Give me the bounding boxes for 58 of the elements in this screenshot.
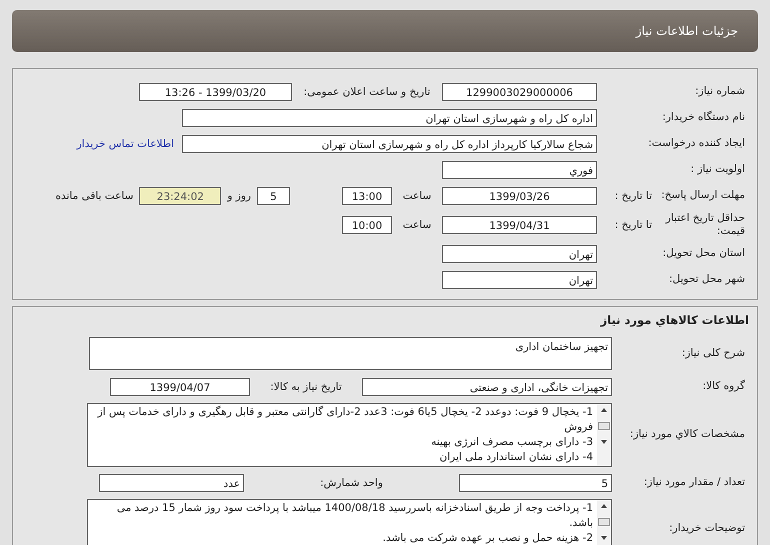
text-line: 3- دارای برچسب مصرف انرژی بهینه <box>430 435 593 450</box>
field-label: تا تاریخ : <box>614 190 652 202</box>
field-label: توضیحات خریدار: <box>668 522 746 536</box>
text-area[interactable]: 1- پرداخت وجه از طریق اسنادخزانه باسررسید 1400/08/18 میباشد با پرداخت سود روز شمار 15 درصد می باشد. 2- هزینه حمل و نصب بر عهده شرکت می باشد. <box>87 499 612 545</box>
text-line: 2- هزینه حمل و نصب بر عهده شرکت می باشد. <box>382 531 593 545</box>
field-label: شماره نیاز: <box>694 85 746 99</box>
text-field[interactable]: عدد <box>99 474 244 492</box>
text-field[interactable]: تهران <box>442 271 597 289</box>
time-field[interactable]: 10:00 <box>342 216 392 234</box>
text-area[interactable]: 1- یخچال 9 فوت: دوعدد 2- یخچال 5یا6 فوت: 3عدد 2-دارای گارانتی معتبر و قابل رهگیری و دارای خدمات پس از فروش 3- دارای برچسب مصرف انرژی بهینه 4- دارای نشان استاندارد ملی ایران <box>87 403 612 467</box>
field-label: شهر محل تحویل: <box>668 273 746 287</box>
section-title: اطلاعات کالاهاي مورد نیاز <box>599 312 750 329</box>
field-label: تا تاریخ : <box>614 219 652 231</box>
field-label: ساعت <box>402 219 432 231</box>
field-label: تعداد / مقدار مورد نیاز: <box>642 476 746 490</box>
text-field[interactable]: اداره کل راه و شهرسازی استان تهران <box>182 109 597 127</box>
text-field[interactable]: 5 <box>459 474 612 492</box>
field-label: مشخصات کالاي مورد نیاز: <box>628 428 746 442</box>
text-field[interactable]: تجهیزات خانگی، اداری و صنعتی <box>362 378 612 396</box>
field-label: ایجاد کننده درخواست: <box>647 137 746 151</box>
field-label: مهلت ارسال پاسخ: <box>660 189 746 203</box>
field-label: استان محل تحویل: <box>662 247 746 261</box>
text-field[interactable]: تهران <box>442 245 597 263</box>
text-line: 1- پرداخت وجه از طریق اسنادخزانه باسررسید 1400/08/18 میباشد با پرداخت سود روز شمار 15 درصد می باشد. <box>116 501 593 531</box>
field-label: واحد شمارش: <box>319 477 384 489</box>
scrollbar[interactable] <box>597 500 611 545</box>
date-field[interactable]: 1399/03/26 <box>442 187 597 205</box>
field-label: شرح کلی نیاز: <box>680 346 746 360</box>
text-field[interactable]: 1299003029000006 <box>442 83 597 101</box>
field-label: نام دستگاه خریدار: <box>661 111 746 125</box>
text-line: 4- دارای نشان استاندارد ملی ایران <box>438 450 593 465</box>
scroll-up-icon[interactable] <box>601 408 607 412</box>
page-title: جزئیات اطلاعات نیاز <box>636 24 738 38</box>
text-area[interactable]: تجهیز ساختمان اداری <box>89 337 612 370</box>
field-label: حداقل تاریخ اعتبار قیمت: <box>664 212 746 238</box>
countdown-field: 23:24:02 <box>139 187 222 205</box>
field-label: ساعت <box>402 190 432 202</box>
field-label: تاریخ و ساعت اعلان عمومی: <box>302 86 432 98</box>
scroll-up-icon[interactable] <box>601 504 607 508</box>
field-label: اولویت نیاز : <box>690 163 746 177</box>
text-field[interactable]: 1399/03/20 - 13:26 <box>139 83 292 101</box>
text-field[interactable]: فوري <box>442 161 597 179</box>
field-label: ساعت باقی مانده <box>54 190 134 202</box>
days-field: 5 <box>257 187 290 205</box>
scroll-down-icon[interactable] <box>601 440 607 444</box>
scroll-thumb[interactable] <box>598 518 610 526</box>
date-field[interactable]: 1399/04/07 <box>110 378 250 396</box>
time-field[interactable]: 13:00 <box>342 187 392 205</box>
scroll-thumb[interactable] <box>598 422 610 430</box>
field-label: تاریخ نیاز به کالا: <box>269 381 343 393</box>
scroll-down-icon[interactable] <box>601 536 607 540</box>
scrollbar[interactable] <box>597 404 611 466</box>
field-label: روز و <box>226 190 252 202</box>
text-field[interactable]: شجاع سالارکیا کارپرداز اداره کل راه و شهرسازی استان تهران <box>182 135 597 153</box>
text-line: 1- یخچال 9 فوت: دوعدد 2- یخچال 5یا6 فوت: 3عدد 2-دارای گارانتی معتبر و قابل رهگیری و دارای خدمات پس از فروش <box>96 405 593 435</box>
contact-link[interactable]: اطلاعات تماس خریدار <box>76 138 174 150</box>
date-field[interactable]: 1399/04/31 <box>442 216 597 234</box>
field-label: گروه کالا: <box>702 380 746 394</box>
